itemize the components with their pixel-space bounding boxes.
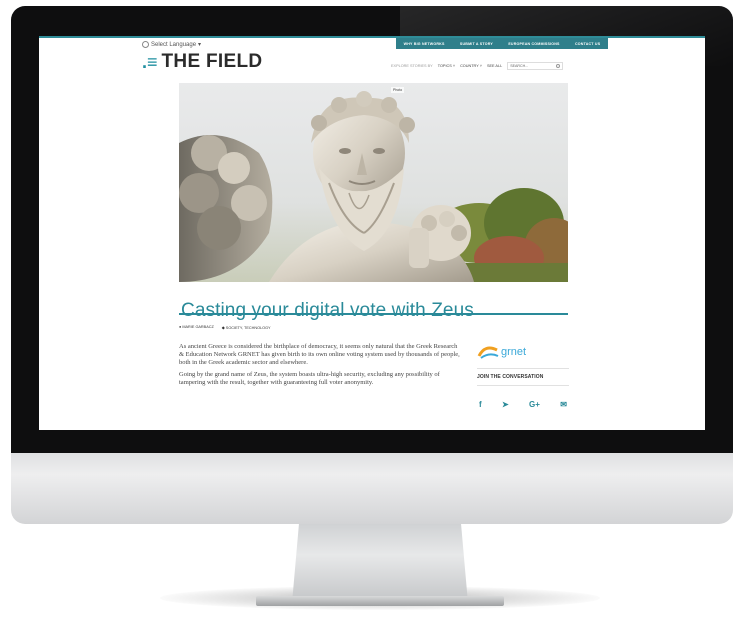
title-underline [179, 313, 568, 315]
chevron-down-icon: ▾ [198, 42, 202, 48]
article-body: As ancient Greece is considered the birt… [179, 343, 464, 391]
twitter-icon[interactable]: ➤ [502, 400, 509, 409]
author-name: MARIE GARBACZ [182, 325, 214, 329]
category-link[interactable]: ◆ SOCIETY, TECHNOLOGY [222, 325, 271, 330]
category-name: SOCIETY, TECHNOLOGY [225, 326, 271, 330]
hero-image [179, 83, 568, 282]
language-label: Select Language [151, 41, 197, 48]
top-nav: WHY BIG NETWORKS SUBMIT A STORY EUROPEAN… [396, 38, 608, 49]
article-title: Casting your digital vote with Zeus [181, 299, 474, 321]
search-icon [556, 64, 561, 68]
logo-text: THE FIELD [161, 51, 263, 72]
country-menu[interactable]: COUNTRY ˅ [460, 64, 482, 68]
top-nav-item[interactable]: WHY BIG NETWORKS [404, 42, 445, 46]
search-placeholder: SEARCH... [510, 64, 529, 68]
logo-mark-icon: .≡ [142, 51, 158, 72]
partner-name: grnet [501, 346, 527, 358]
search-input[interactable]: SEARCH... [507, 62, 564, 70]
article-paragraph: As ancient Greece is considered the birt… [179, 343, 460, 366]
grnet-swirl-icon [477, 346, 499, 359]
monitor-stand-base [256, 596, 504, 606]
screen: Select Language ▾ WHY BIG NETWORKS SUBMI… [39, 36, 705, 430]
top-nav-item[interactable]: SUBMIT A STORY [460, 42, 493, 46]
author-link[interactable]: ● MARIE GARBACZ [179, 325, 214, 330]
site-logo[interactable]: .≡ THE FIELD [142, 52, 262, 71]
facebook-icon[interactable]: f [479, 400, 482, 409]
explore-label: EXPLORE STORIES BY [391, 64, 433, 68]
see-all-link[interactable]: SEE ALL [487, 64, 502, 68]
monitor-stand [292, 523, 468, 603]
globe-icon [142, 41, 149, 48]
social-links: f ➤ G+ ✉ [477, 400, 569, 409]
divider [477, 385, 569, 386]
google-plus-icon[interactable]: G+ [529, 400, 540, 409]
sub-nav: EXPLORE STORIES BY TOPICS ˅ COUNTRY ˅ SE… [391, 62, 564, 70]
article-paragraph: Going by the grand name of Zeus, the sys… [179, 371, 440, 386]
monitor-chin [11, 448, 733, 524]
partner-logo[interactable]: grnet [477, 342, 569, 362]
sidebar: grnet JOIN THE CONVERSATION f ➤ G+ ✉ [477, 342, 569, 409]
article-meta: ● MARIE GARBACZ ◆ SOCIETY, TECHNOLOGY [179, 325, 271, 330]
join-conversation-label: JOIN THE CONVERSATION [477, 374, 544, 380]
email-icon[interactable]: ✉ [560, 400, 567, 409]
top-nav-item[interactable]: CONTACT US [575, 42, 600, 46]
topics-menu[interactable]: TOPICS ˅ [438, 64, 455, 68]
photo-credit: Photo [391, 87, 405, 93]
top-nav-item[interactable]: EUROPEAN COMMISSIONS [508, 42, 559, 46]
language-selector[interactable]: Select Language ▾ [142, 41, 201, 48]
divider [477, 368, 569, 369]
